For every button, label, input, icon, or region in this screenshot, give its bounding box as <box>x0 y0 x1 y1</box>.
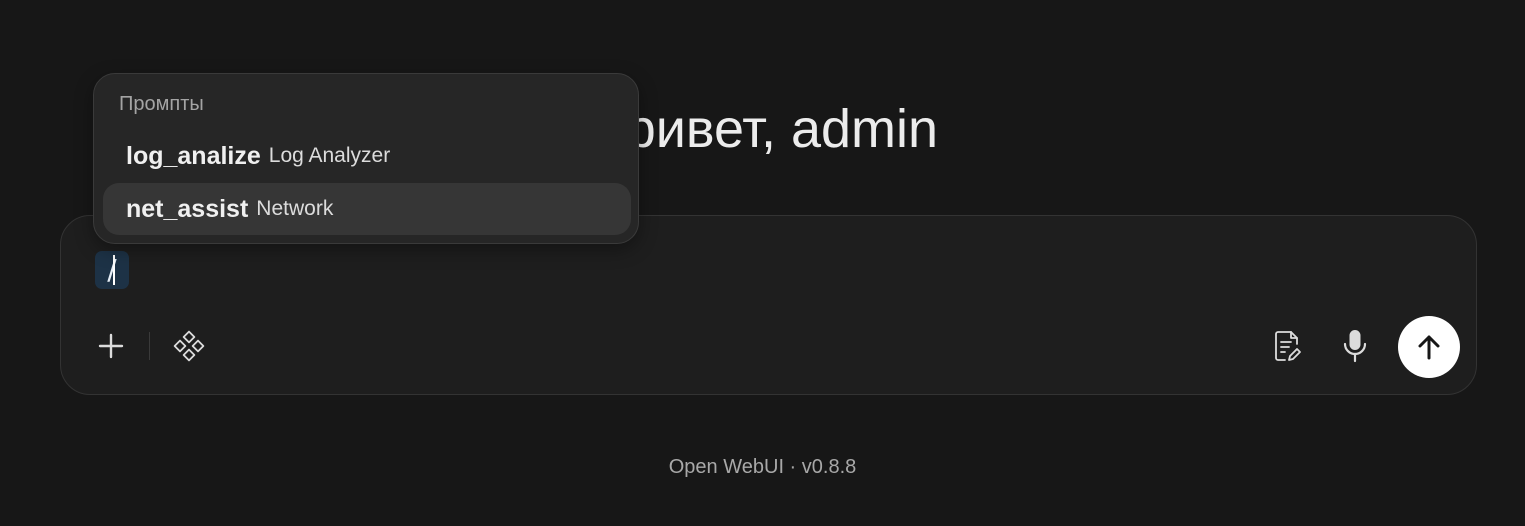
prompt-item-net-assist[interactable]: net_assist Network <box>103 183 631 235</box>
prompts-popover: Промпты log_analize Log Analyzer net_ass… <box>93 73 639 244</box>
popover-header: Промпты <box>119 93 204 115</box>
note-edit-icon <box>1272 329 1302 363</box>
toolbar-divider <box>149 332 150 360</box>
prompt-title: Network <box>256 197 334 220</box>
version-footer: Open WebUI · v0.8.8 <box>668 456 857 478</box>
add-attachment-button[interactable] <box>91 326 131 366</box>
plus-icon <box>97 332 125 360</box>
prompt-command: net_assist <box>126 194 249 223</box>
microphone-icon <box>1341 328 1369 364</box>
prompt-title: Log Analyzer <box>268 144 391 167</box>
tools-icon <box>173 330 205 362</box>
voice-input-button[interactable] <box>1335 326 1375 366</box>
integrations-button[interactable] <box>169 326 209 366</box>
note-button[interactable] <box>1267 326 1307 366</box>
prompt-item-log-analize[interactable]: log_analize Log Analyzer <box>103 130 631 182</box>
prompt-command: log_analize <box>126 141 261 170</box>
send-button[interactable] <box>1398 316 1460 378</box>
input-value: / <box>107 253 117 286</box>
message-input[interactable]: / <box>95 250 129 290</box>
arrow-up-icon <box>1414 332 1444 362</box>
slash-command-token[interactable]: / <box>95 251 129 289</box>
text-caret <box>113 255 115 285</box>
